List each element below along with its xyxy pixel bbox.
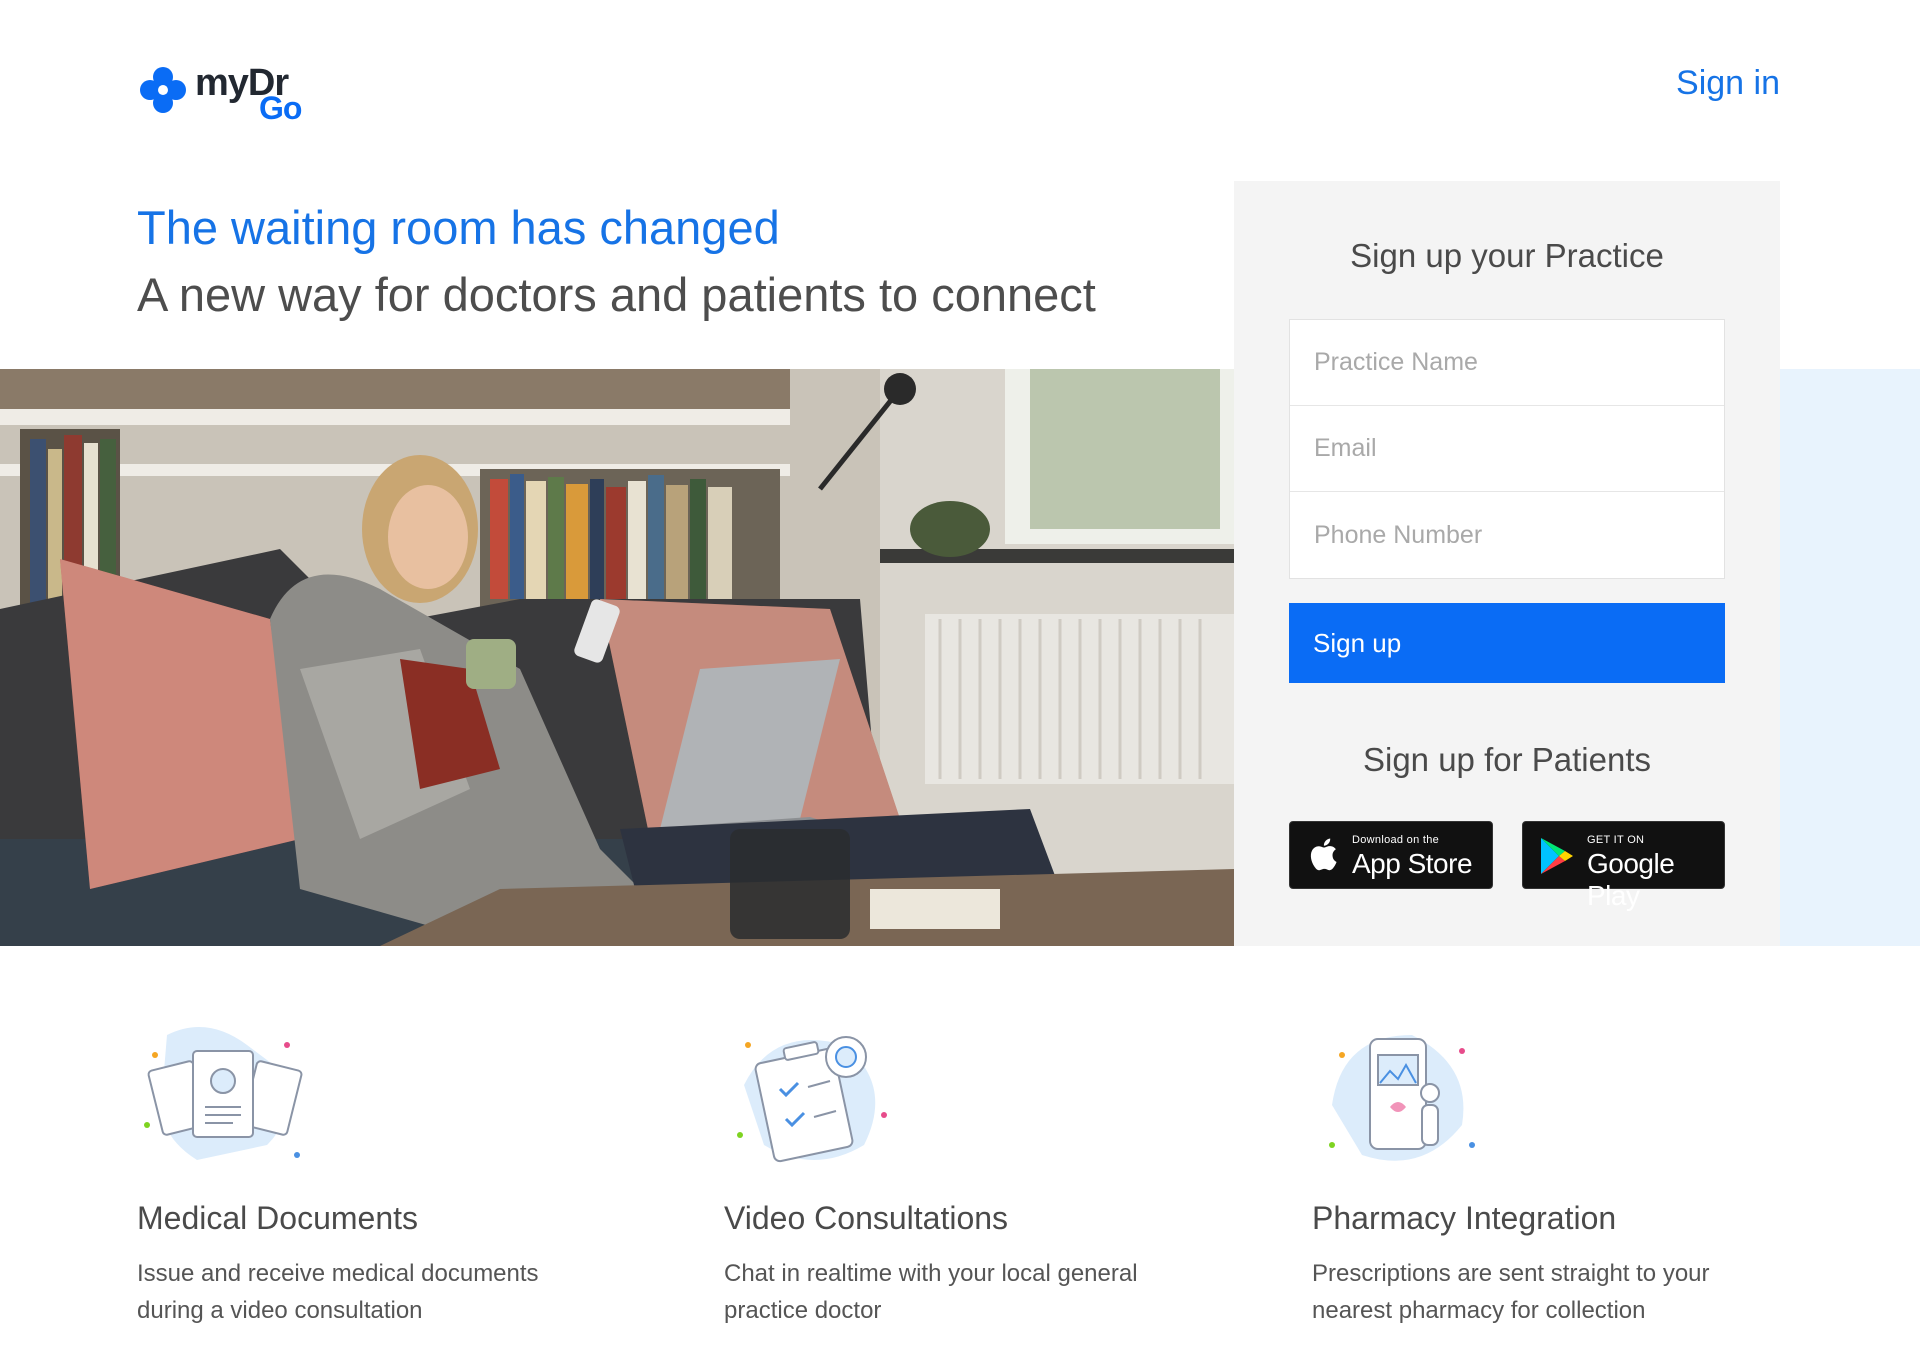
google-play-badge[interactable]: GET IT ON Google Play — [1522, 821, 1725, 911]
apple-icon — [1310, 838, 1337, 871]
app-store-badge[interactable]: Download on the App Store — [1289, 821, 1493, 889]
feature-pharmacy-integration: Pharmacy Integration Prescriptions are s… — [1312, 1015, 1782, 1324]
feature-description: Issue and receive medical documents duri… — [137, 1260, 539, 1324]
patients-signup-title: Sign up for Patients — [1362, 741, 1651, 778]
feature-description: Chat in realtime with your local general… — [724, 1260, 1138, 1324]
feature-video-consultations: Video Consultations Chat in realtime wit… — [724, 1015, 1194, 1324]
brand-name-suffix: Go — [259, 90, 302, 126]
feature-title: Pharmacy Integration — [1312, 1200, 1617, 1236]
email-field[interactable] — [1290, 406, 1724, 492]
app-store-label: App Store — [1352, 848, 1473, 879]
pharmacy-integration-icon — [1329, 1035, 1475, 1161]
google-play-icon — [1541, 838, 1573, 874]
feature-medical-documents: Medical Documents Issue and receive medi… — [137, 1015, 607, 1324]
medical-documents-icon — [144, 1027, 303, 1160]
hero-photo — [0, 369, 1234, 946]
feature-title: Medical Documents — [137, 1200, 418, 1236]
feature-title: Video Consultations — [724, 1200, 1009, 1236]
brand-mark-icon — [140, 67, 186, 113]
hero-title: The waiting room has changed — [137, 201, 780, 254]
google-play-small-text: GET IT ON — [1587, 834, 1645, 846]
phone-number-field[interactable] — [1290, 492, 1724, 578]
app-store-small-text: Download on the — [1352, 834, 1440, 846]
brand-logo[interactable]: myDr Go — [137, 60, 317, 126]
signup-panel: Sign up your Practice Sign up Sign up fo… — [1234, 181, 1780, 946]
feature-description: Prescriptions are sent straight to your … — [1312, 1260, 1710, 1324]
video-consultations-icon — [737, 1036, 887, 1163]
google-play-label: Google Play — [1587, 848, 1675, 911]
decorative-band — [1780, 369, 1920, 946]
hero-subtitle: A new way for doctors and patients to co… — [137, 268, 1096, 321]
practice-signup-form — [1289, 319, 1725, 579]
signup-button[interactable]: Sign up — [1289, 603, 1725, 683]
practice-name-field[interactable] — [1290, 320, 1724, 406]
practice-signup-title: Sign up your Practice — [1350, 237, 1664, 274]
signin-link[interactable]: Sign in — [1676, 64, 1780, 103]
